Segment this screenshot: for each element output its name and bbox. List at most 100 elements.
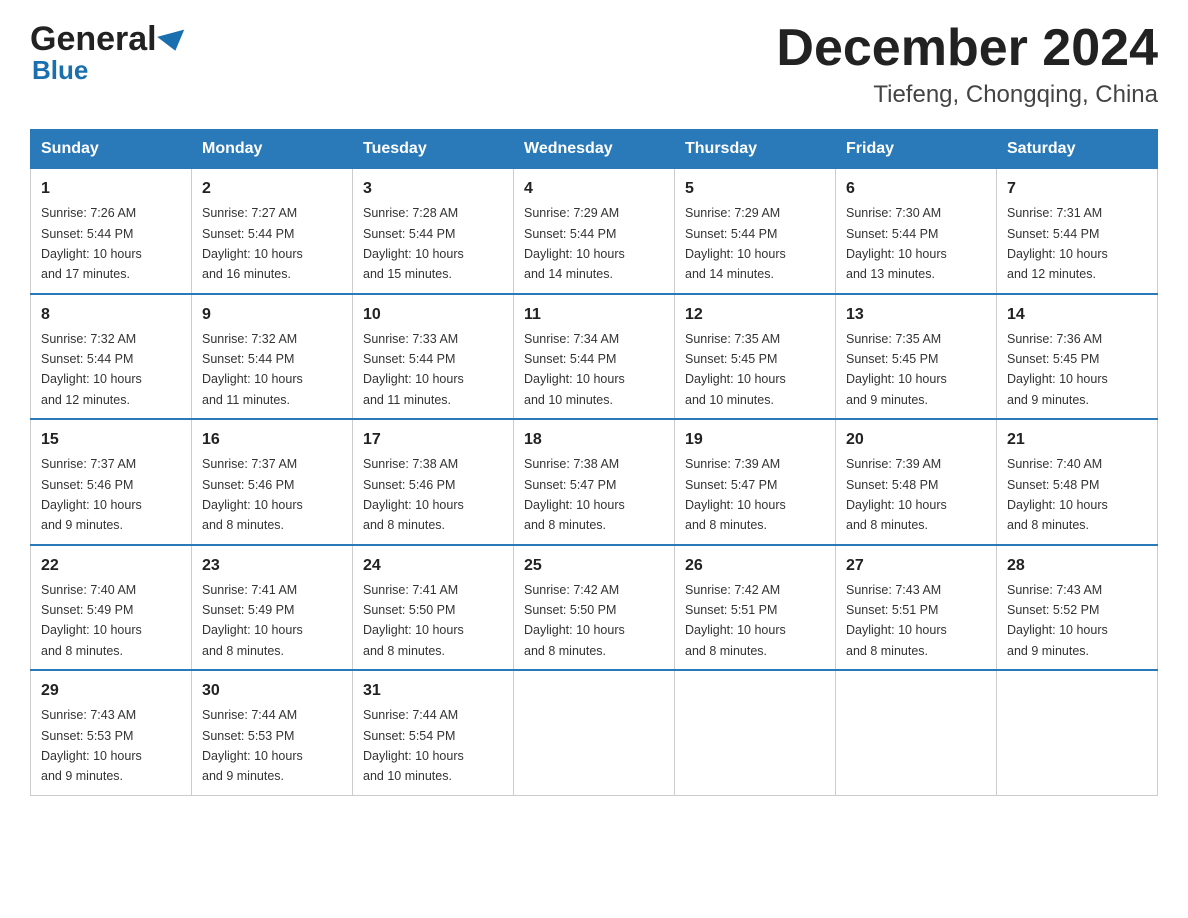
header-tuesday: Tuesday xyxy=(353,130,514,169)
calendar-cell: 26 Sunrise: 7:42 AMSunset: 5:51 PMDaylig… xyxy=(675,545,836,671)
day-number: 19 xyxy=(685,428,825,452)
title-area: December 2024 Tiefeng, Chongqing, China xyxy=(776,20,1158,109)
calendar-week-row-5: 29 Sunrise: 7:43 AMSunset: 5:53 PMDaylig… xyxy=(31,670,1158,795)
calendar-cell: 31 Sunrise: 7:44 AMSunset: 5:54 PMDaylig… xyxy=(353,670,514,795)
calendar-cell: 5 Sunrise: 7:29 AMSunset: 5:44 PMDayligh… xyxy=(675,169,836,294)
day-info: Sunrise: 7:35 AMSunset: 5:45 PMDaylight:… xyxy=(846,332,947,407)
day-number: 31 xyxy=(363,679,503,703)
day-number: 9 xyxy=(202,303,342,327)
day-info: Sunrise: 7:30 AMSunset: 5:44 PMDaylight:… xyxy=(846,206,947,281)
calendar-cell: 13 Sunrise: 7:35 AMSunset: 5:45 PMDaylig… xyxy=(836,294,997,420)
day-number: 7 xyxy=(1007,177,1147,201)
day-info: Sunrise: 7:32 AMSunset: 5:44 PMDaylight:… xyxy=(202,332,303,407)
day-number: 25 xyxy=(524,554,664,578)
day-info: Sunrise: 7:33 AMSunset: 5:44 PMDaylight:… xyxy=(363,332,464,407)
calendar-week-row-3: 15 Sunrise: 7:37 AMSunset: 5:46 PMDaylig… xyxy=(31,419,1158,545)
calendar-cell: 6 Sunrise: 7:30 AMSunset: 5:44 PMDayligh… xyxy=(836,169,997,294)
day-number: 6 xyxy=(846,177,986,201)
calendar-week-row-1: 1 Sunrise: 7:26 AMSunset: 5:44 PMDayligh… xyxy=(31,169,1158,294)
calendar-cell xyxy=(514,670,675,795)
day-info: Sunrise: 7:39 AMSunset: 5:47 PMDaylight:… xyxy=(685,457,786,532)
day-info: Sunrise: 7:43 AMSunset: 5:53 PMDaylight:… xyxy=(41,708,142,783)
day-info: Sunrise: 7:31 AMSunset: 5:44 PMDaylight:… xyxy=(1007,206,1108,281)
day-number: 30 xyxy=(202,679,342,703)
calendar-cell xyxy=(997,670,1158,795)
day-info: Sunrise: 7:37 AMSunset: 5:46 PMDaylight:… xyxy=(202,457,303,532)
day-number: 16 xyxy=(202,428,342,452)
day-number: 21 xyxy=(1007,428,1147,452)
day-info: Sunrise: 7:28 AMSunset: 5:44 PMDaylight:… xyxy=(363,206,464,281)
calendar-cell: 20 Sunrise: 7:39 AMSunset: 5:48 PMDaylig… xyxy=(836,419,997,545)
day-number: 5 xyxy=(685,177,825,201)
day-number: 20 xyxy=(846,428,986,452)
calendar-cell: 1 Sunrise: 7:26 AMSunset: 5:44 PMDayligh… xyxy=(31,169,192,294)
calendar-cell: 24 Sunrise: 7:41 AMSunset: 5:50 PMDaylig… xyxy=(353,545,514,671)
day-info: Sunrise: 7:26 AMSunset: 5:44 PMDaylight:… xyxy=(41,206,142,281)
calendar-cell: 19 Sunrise: 7:39 AMSunset: 5:47 PMDaylig… xyxy=(675,419,836,545)
day-number: 1 xyxy=(41,177,181,201)
day-info: Sunrise: 7:40 AMSunset: 5:49 PMDaylight:… xyxy=(41,583,142,658)
calendar-cell: 30 Sunrise: 7:44 AMSunset: 5:53 PMDaylig… xyxy=(192,670,353,795)
calendar-cell xyxy=(836,670,997,795)
day-number: 2 xyxy=(202,177,342,201)
logo-blue-text: Blue xyxy=(32,55,88,86)
calendar-cell: 21 Sunrise: 7:40 AMSunset: 5:48 PMDaylig… xyxy=(997,419,1158,545)
calendar-cell: 27 Sunrise: 7:43 AMSunset: 5:51 PMDaylig… xyxy=(836,545,997,671)
calendar-cell: 22 Sunrise: 7:40 AMSunset: 5:49 PMDaylig… xyxy=(31,545,192,671)
day-info: Sunrise: 7:43 AMSunset: 5:51 PMDaylight:… xyxy=(846,583,947,658)
header-saturday: Saturday xyxy=(997,130,1158,169)
day-info: Sunrise: 7:37 AMSunset: 5:46 PMDaylight:… xyxy=(41,457,142,532)
calendar-cell: 7 Sunrise: 7:31 AMSunset: 5:44 PMDayligh… xyxy=(997,169,1158,294)
day-number: 15 xyxy=(41,428,181,452)
calendar-cell: 18 Sunrise: 7:38 AMSunset: 5:47 PMDaylig… xyxy=(514,419,675,545)
location-title: Tiefeng, Chongqing, China xyxy=(776,81,1158,109)
calendar-cell: 12 Sunrise: 7:35 AMSunset: 5:45 PMDaylig… xyxy=(675,294,836,420)
calendar-cell: 28 Sunrise: 7:43 AMSunset: 5:52 PMDaylig… xyxy=(997,545,1158,671)
calendar-cell: 16 Sunrise: 7:37 AMSunset: 5:46 PMDaylig… xyxy=(192,419,353,545)
day-info: Sunrise: 7:36 AMSunset: 5:45 PMDaylight:… xyxy=(1007,332,1108,407)
day-number: 10 xyxy=(363,303,503,327)
day-number: 29 xyxy=(41,679,181,703)
calendar-cell: 17 Sunrise: 7:38 AMSunset: 5:46 PMDaylig… xyxy=(353,419,514,545)
header-monday: Monday xyxy=(192,130,353,169)
calendar-cell: 14 Sunrise: 7:36 AMSunset: 5:45 PMDaylig… xyxy=(997,294,1158,420)
weekday-header-row: Sunday Monday Tuesday Wednesday Thursday… xyxy=(31,130,1158,169)
calendar-cell: 3 Sunrise: 7:28 AMSunset: 5:44 PMDayligh… xyxy=(353,169,514,294)
calendar-cell xyxy=(675,670,836,795)
day-info: Sunrise: 7:29 AMSunset: 5:44 PMDaylight:… xyxy=(524,206,625,281)
day-number: 4 xyxy=(524,177,664,201)
day-info: Sunrise: 7:42 AMSunset: 5:51 PMDaylight:… xyxy=(685,583,786,658)
calendar-cell: 25 Sunrise: 7:42 AMSunset: 5:50 PMDaylig… xyxy=(514,545,675,671)
day-number: 26 xyxy=(685,554,825,578)
calendar-cell: 15 Sunrise: 7:37 AMSunset: 5:46 PMDaylig… xyxy=(31,419,192,545)
day-number: 24 xyxy=(363,554,503,578)
calendar-cell: 23 Sunrise: 7:41 AMSunset: 5:49 PMDaylig… xyxy=(192,545,353,671)
day-info: Sunrise: 7:41 AMSunset: 5:49 PMDaylight:… xyxy=(202,583,303,658)
calendar-cell: 29 Sunrise: 7:43 AMSunset: 5:53 PMDaylig… xyxy=(31,670,192,795)
day-info: Sunrise: 7:44 AMSunset: 5:54 PMDaylight:… xyxy=(363,708,464,783)
day-number: 18 xyxy=(524,428,664,452)
logo-general-text: General xyxy=(30,20,157,59)
header-sunday: Sunday xyxy=(31,130,192,169)
page-header: General Blue December 2024 Tiefeng, Chon… xyxy=(30,20,1158,109)
calendar-cell: 2 Sunrise: 7:27 AMSunset: 5:44 PMDayligh… xyxy=(192,169,353,294)
day-number: 22 xyxy=(41,554,181,578)
day-info: Sunrise: 7:34 AMSunset: 5:44 PMDaylight:… xyxy=(524,332,625,407)
day-info: Sunrise: 7:38 AMSunset: 5:46 PMDaylight:… xyxy=(363,457,464,532)
calendar-week-row-2: 8 Sunrise: 7:32 AMSunset: 5:44 PMDayligh… xyxy=(31,294,1158,420)
day-number: 14 xyxy=(1007,303,1147,327)
day-info: Sunrise: 7:35 AMSunset: 5:45 PMDaylight:… xyxy=(685,332,786,407)
header-thursday: Thursday xyxy=(675,130,836,169)
month-title: December 2024 xyxy=(776,20,1158,77)
day-info: Sunrise: 7:44 AMSunset: 5:53 PMDaylight:… xyxy=(202,708,303,783)
day-number: 23 xyxy=(202,554,342,578)
day-info: Sunrise: 7:29 AMSunset: 5:44 PMDaylight:… xyxy=(685,206,786,281)
day-info: Sunrise: 7:32 AMSunset: 5:44 PMDaylight:… xyxy=(41,332,142,407)
day-info: Sunrise: 7:43 AMSunset: 5:52 PMDaylight:… xyxy=(1007,583,1108,658)
calendar-week-row-4: 22 Sunrise: 7:40 AMSunset: 5:49 PMDaylig… xyxy=(31,545,1158,671)
day-number: 13 xyxy=(846,303,986,327)
calendar-cell: 9 Sunrise: 7:32 AMSunset: 5:44 PMDayligh… xyxy=(192,294,353,420)
day-info: Sunrise: 7:38 AMSunset: 5:47 PMDaylight:… xyxy=(524,457,625,532)
header-friday: Friday xyxy=(836,130,997,169)
logo-arrow-icon xyxy=(157,29,189,54)
